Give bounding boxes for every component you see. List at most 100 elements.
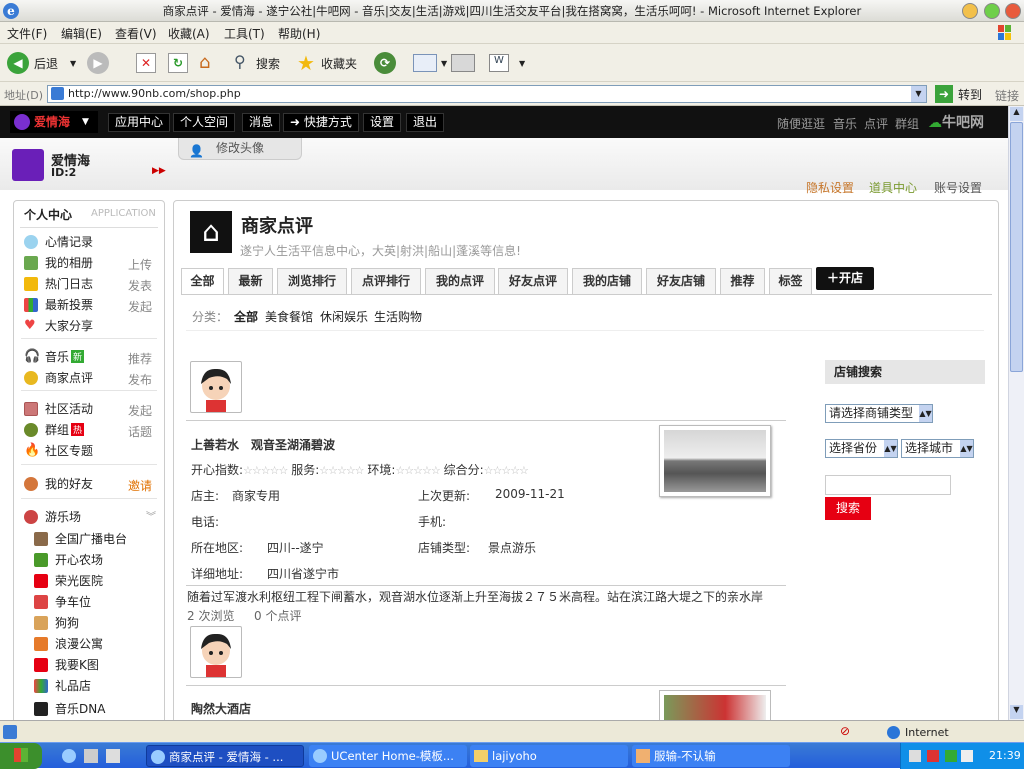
refresh-button[interactable]: ↻ bbox=[168, 52, 188, 74]
link-reviews[interactable]: 点评 bbox=[864, 115, 888, 132]
dropdown-arrow-icon[interactable]: ▼ bbox=[911, 86, 926, 102]
city-select[interactable]: 选择城市 ▲▼ bbox=[901, 439, 974, 458]
task-music[interactable]: 服输-不认输 bbox=[632, 745, 790, 767]
collapse-chevron-icon[interactable]: ︾ bbox=[146, 508, 156, 523]
search-button[interactable]: ⚲ 搜索 bbox=[234, 52, 280, 74]
quicklaunch-desktop-icon[interactable] bbox=[106, 749, 120, 763]
game-gift-shop[interactable]: 礼品店 bbox=[34, 677, 91, 694]
nav-messages[interactable]: 消息 bbox=[242, 113, 281, 132]
blog-post-link[interactable]: 发表 bbox=[128, 277, 152, 294]
nav-settings[interactable]: 设置 bbox=[363, 113, 402, 132]
link-groups[interactable]: 群组 bbox=[895, 115, 919, 132]
account-settings-link[interactable]: 账号设置 bbox=[934, 179, 982, 196]
privacy-settings-link[interactable]: 隐私设置 bbox=[806, 179, 854, 196]
minimize-button[interactable] bbox=[962, 3, 978, 19]
vertical-scrollbar[interactable]: ▲ ▼ bbox=[1008, 106, 1024, 720]
open-shop-button[interactable]: ＋开店 bbox=[816, 267, 874, 290]
tab-recommended[interactable]: 推荐 bbox=[720, 268, 765, 294]
tab-my-shops[interactable]: 我的店铺 bbox=[572, 268, 642, 294]
scroll-down-arrow-icon[interactable]: ▼ bbox=[1010, 705, 1023, 719]
sidebar-item-poll[interactable]: 最新投票 bbox=[24, 296, 93, 313]
shop-name[interactable]: 陶然大酒店 bbox=[191, 700, 251, 717]
music-recommend-link[interactable]: 推荐 bbox=[128, 350, 152, 367]
mail-button[interactable]: ▼ bbox=[413, 52, 447, 74]
category-shopping[interactable]: 生活购物 bbox=[374, 308, 422, 325]
sidebar-item-album[interactable]: 我的相册 bbox=[24, 254, 93, 271]
friends-invite-link[interactable]: 邀请 bbox=[128, 477, 152, 494]
shop-name[interactable]: 上善若水 观音圣湖涌碧波 bbox=[191, 436, 335, 453]
sidebar-item-share[interactable]: ♥ 大家分享 bbox=[24, 317, 93, 334]
user-avatar[interactable] bbox=[12, 149, 44, 181]
shop-search-button[interactable]: 搜索 bbox=[825, 497, 871, 520]
sidebar-item-music[interactable]: 🎧 音乐新 bbox=[24, 348, 85, 365]
sidebar-item-friends[interactable]: 我的好友 bbox=[24, 475, 93, 492]
link-browse[interactable]: 随便逛逛 bbox=[777, 115, 825, 132]
nav-app-center[interactable]: 应用中心 bbox=[108, 113, 171, 132]
tab-latest[interactable]: 最新 bbox=[228, 268, 273, 294]
go-button[interactable]: ➜ 转到 bbox=[935, 85, 982, 103]
back-button[interactable]: ◀ 后退 ▼ bbox=[7, 52, 76, 74]
sidebar-item-events[interactable]: 社区活动 bbox=[24, 400, 93, 417]
album-upload-link[interactable]: 上传 bbox=[128, 256, 152, 273]
category-all[interactable]: 全部 bbox=[234, 308, 258, 325]
nav-shortcuts[interactable]: ➜ 快捷方式 bbox=[283, 113, 359, 132]
province-select[interactable]: 选择省份 ▲▼ bbox=[825, 439, 898, 458]
task-ie-window[interactable]: 商家点评 - 爱情海 - ... bbox=[146, 745, 304, 767]
category-leisure[interactable]: 休闲娱乐 bbox=[320, 308, 368, 325]
game-apartment[interactable]: 浪漫公寓 bbox=[34, 635, 103, 652]
sidebar-item-topics[interactable]: 🔥 社区专题 bbox=[24, 442, 93, 459]
menu-favorites[interactable]: 收藏(A) bbox=[168, 25, 210, 42]
nav-personal-space[interactable]: 个人空间 bbox=[173, 113, 236, 132]
task-folder[interactable]: lajiyoho bbox=[470, 745, 628, 767]
favorites-button[interactable]: ★ 收藏夹 bbox=[297, 51, 357, 75]
task-ucenter[interactable]: UCenter Home-模板... bbox=[309, 745, 467, 767]
menu-file[interactable]: 文件(F) bbox=[7, 25, 47, 42]
sidebar-item-groups[interactable]: 群组热 bbox=[24, 421, 85, 438]
tab-my-reviews[interactable]: 我的点评 bbox=[425, 268, 495, 294]
game-hospital[interactable]: 荣光医院 bbox=[34, 572, 103, 589]
menu-view[interactable]: 查看(V) bbox=[115, 25, 157, 42]
scroll-up-arrow-icon[interactable]: ▲ bbox=[1010, 107, 1023, 121]
tray-icon[interactable] bbox=[909, 750, 921, 762]
maximize-button[interactable] bbox=[984, 3, 1000, 19]
reviews-publish-link[interactable]: 发布 bbox=[128, 371, 152, 388]
shop-type-select[interactable]: 请选择商铺类型 ▲▼ bbox=[825, 404, 933, 423]
game-dog[interactable]: 狗狗 bbox=[34, 614, 79, 631]
sidebar-item-mood[interactable]: 心情记录 bbox=[24, 233, 93, 250]
shop-photo[interactable] bbox=[659, 690, 771, 720]
home-button[interactable]: ⌂ bbox=[199, 52, 221, 74]
quicklaunch-media-icon[interactable] bbox=[84, 749, 98, 763]
address-input[interactable]: http://www.90nb.com/shop.php ▼ bbox=[47, 85, 927, 103]
review-count[interactable]: 0 个点评 bbox=[254, 607, 301, 624]
shop-owner-avatar[interactable] bbox=[190, 361, 242, 413]
tab-tags[interactable]: 标签 bbox=[769, 268, 812, 294]
stop-button[interactable]: ✕ bbox=[136, 52, 156, 74]
shop-photo[interactable] bbox=[659, 425, 771, 497]
menu-edit[interactable]: 编辑(E) bbox=[61, 25, 102, 42]
site-logo[interactable]: 爱情海 ▼ bbox=[10, 111, 98, 133]
tray-icon[interactable] bbox=[927, 750, 939, 762]
category-food[interactable]: 美食餐馆 bbox=[265, 308, 313, 325]
tab-friend-shops[interactable]: 好友店铺 bbox=[646, 268, 716, 294]
link-music[interactable]: 音乐 bbox=[833, 115, 857, 132]
game-parking[interactable]: 争车位 bbox=[34, 593, 91, 610]
props-center-link[interactable]: 道具中心 bbox=[869, 179, 917, 196]
sidebar-item-reviews[interactable]: 商家点评 bbox=[24, 369, 93, 386]
nav-logout[interactable]: 退出 bbox=[406, 113, 445, 132]
menu-help[interactable]: 帮助(H) bbox=[278, 25, 320, 42]
shop-search-input[interactable] bbox=[825, 475, 951, 495]
tray-icon[interactable] bbox=[961, 750, 973, 762]
game-music-dna[interactable]: 音乐DNA bbox=[34, 700, 105, 717]
menu-tools[interactable]: 工具(T) bbox=[224, 25, 265, 42]
sidebar-item-playground[interactable]: 游乐场 bbox=[24, 508, 81, 525]
history-button[interactable]: ⟳ bbox=[374, 52, 401, 74]
edit-avatar-tab[interactable]: 👤 修改头像 bbox=[178, 138, 302, 160]
links-label[interactable]: 链接 bbox=[995, 87, 1019, 104]
tray-icon[interactable] bbox=[945, 750, 957, 762]
expand-arrow-icon[interactable]: ▶▶ bbox=[152, 166, 166, 176]
edit-button[interactable]: W ▼ bbox=[489, 52, 525, 74]
sidebar-item-blog[interactable]: 热门日志 bbox=[24, 275, 93, 292]
tab-all[interactable]: 全部 bbox=[181, 268, 224, 294]
shop-owner-avatar[interactable] bbox=[190, 626, 242, 678]
scroll-thumb[interactable] bbox=[1010, 122, 1023, 372]
